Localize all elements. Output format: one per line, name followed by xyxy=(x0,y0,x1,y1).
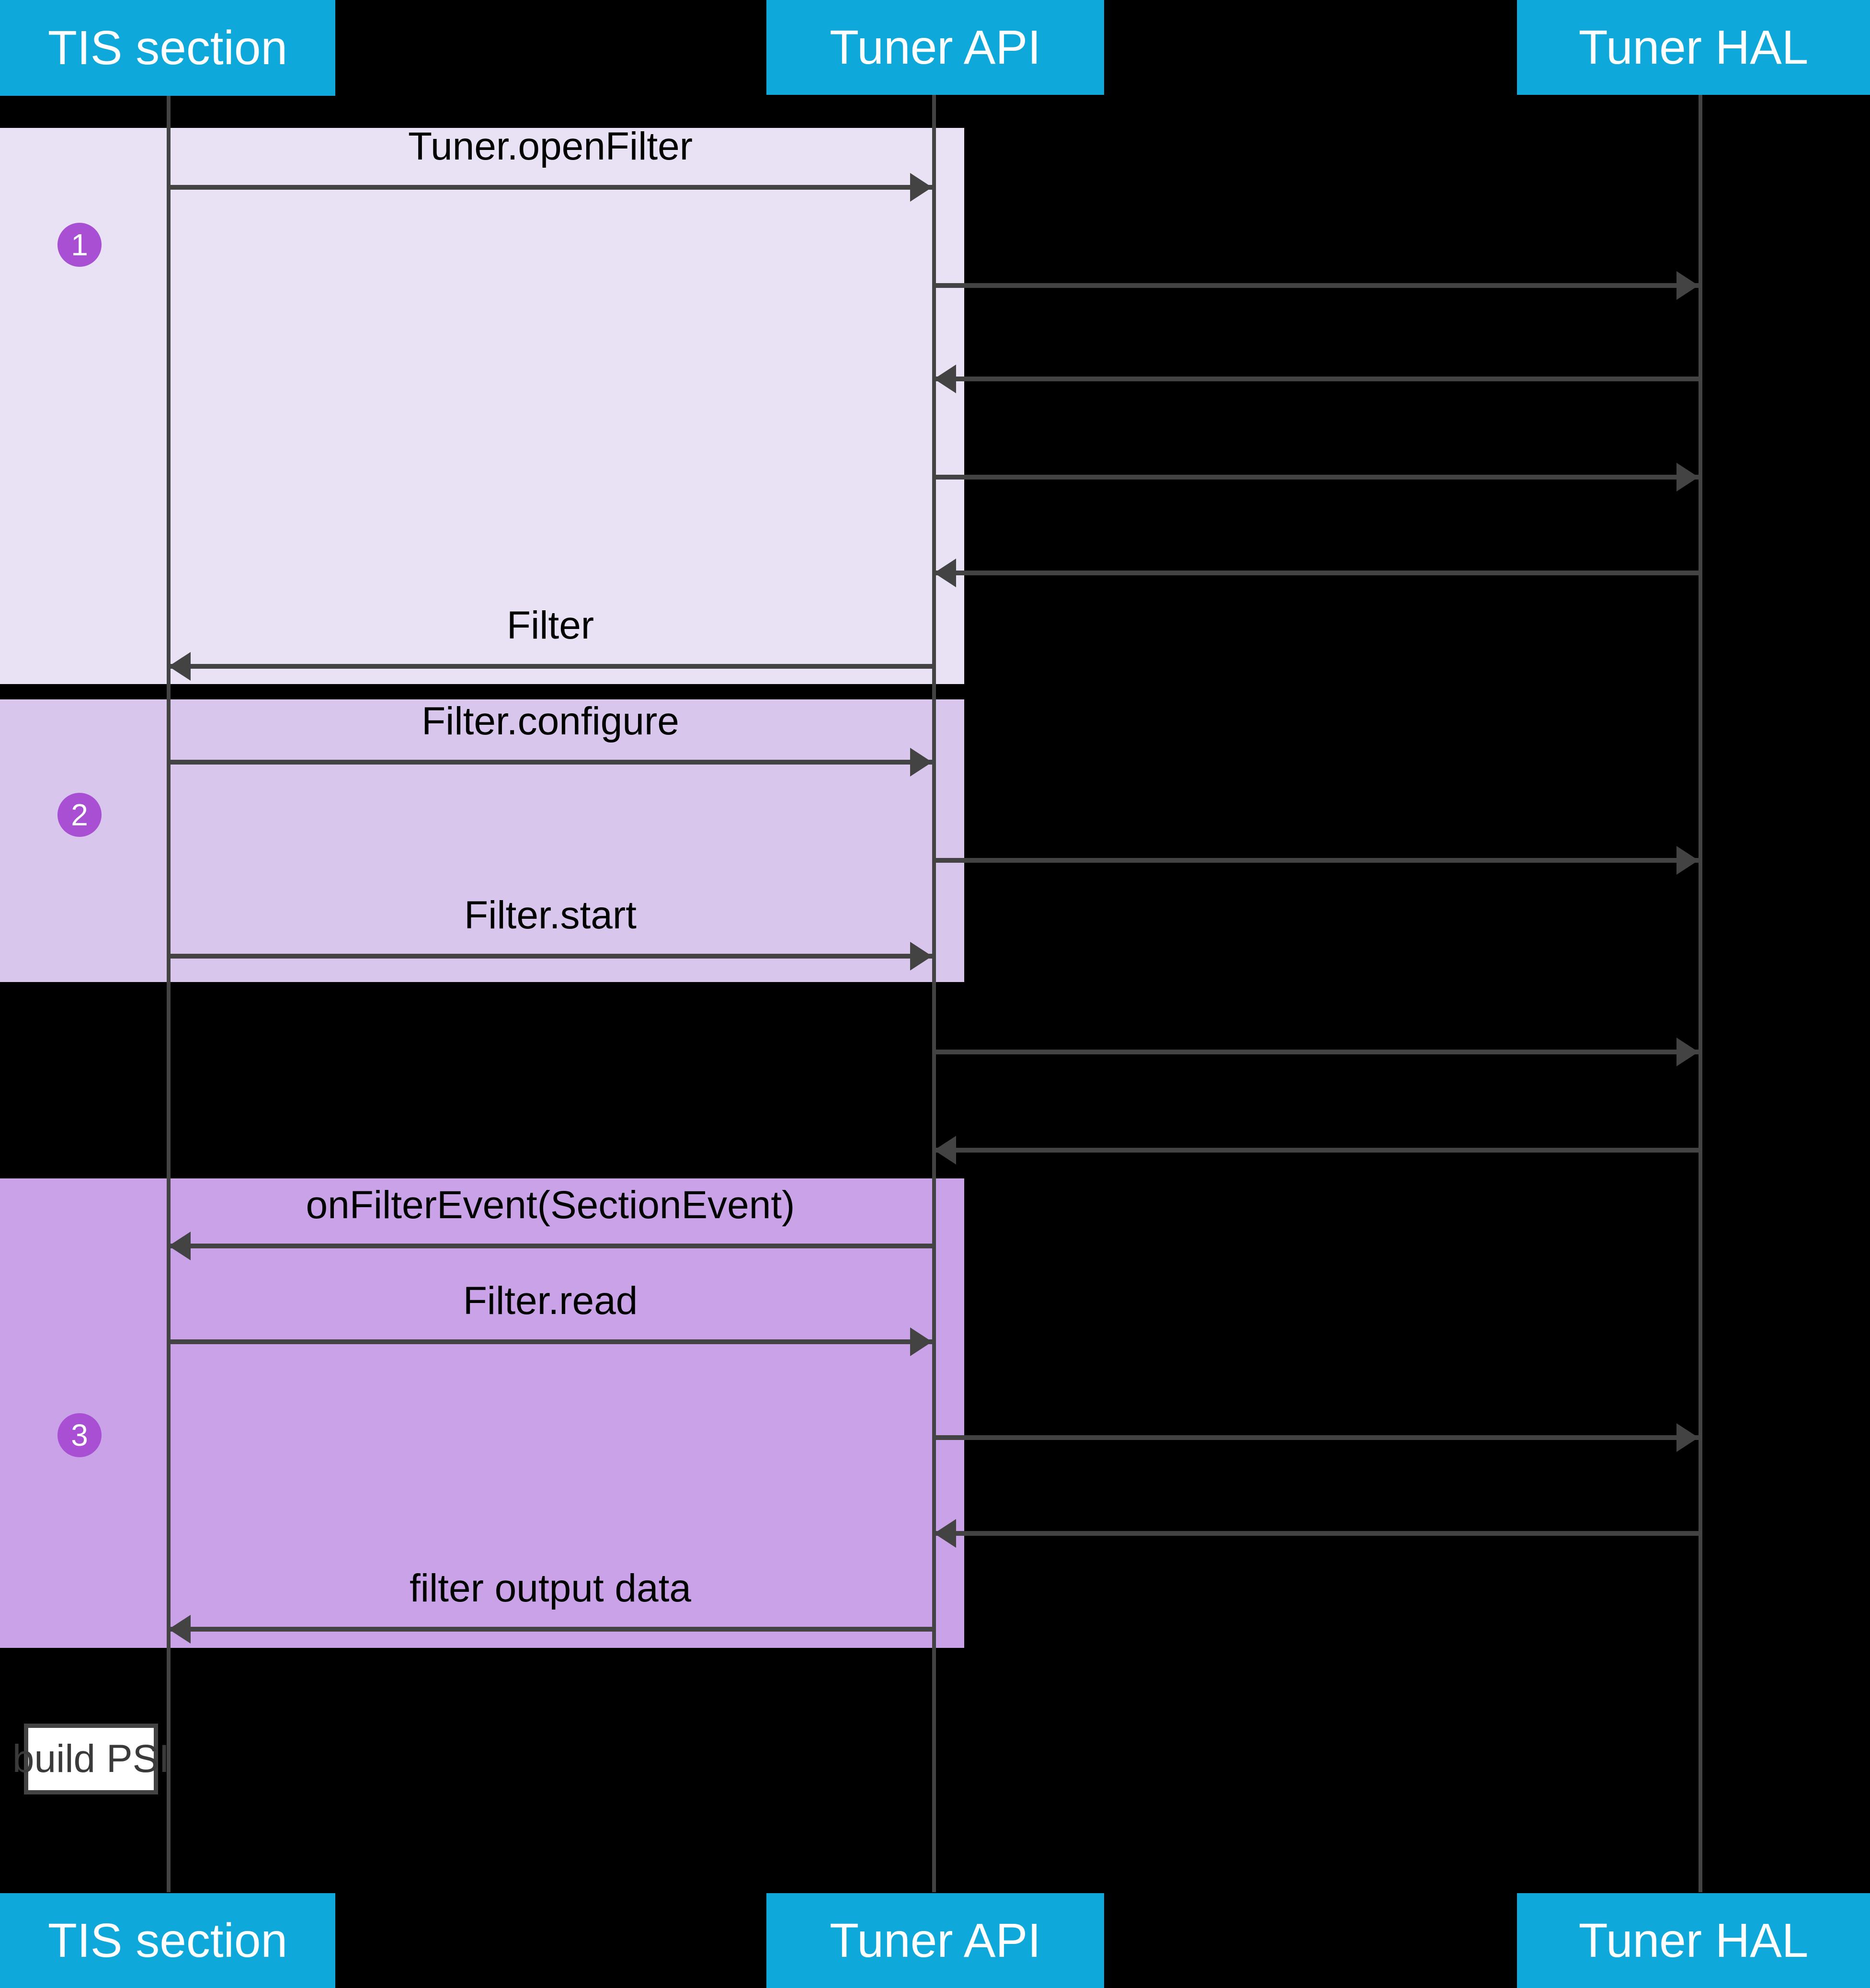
message-label-text: Filter.read xyxy=(463,1279,638,1323)
lifeline-tuner-hal xyxy=(1699,95,1702,1892)
message-arrowhead-filter-output-data xyxy=(169,1615,191,1644)
message-line-hal-to-api-3 xyxy=(934,1148,1699,1153)
note-build-psi-label: build PSI xyxy=(12,1737,170,1781)
message-label-text: Filter.configure xyxy=(422,699,679,743)
message-line-api-to-hal-5 xyxy=(934,1435,1699,1440)
note-build-psi[interactable]: build PSI xyxy=(12,1724,170,1794)
participant-header-tis-section-label: TIS section xyxy=(47,21,288,75)
participant-header-tis-section[interactable]: TIS section xyxy=(0,0,335,96)
message-line-hal-to-api-2 xyxy=(934,571,1699,575)
message-label-on-filter-event: onFilterEvent(SectionEvent) xyxy=(169,1186,932,1225)
message-line-filter-start xyxy=(169,954,932,959)
message-arrowhead-api-to-hal-2 xyxy=(1676,463,1699,491)
phase-badge-1: 1 xyxy=(57,223,102,267)
participant-header-tuner-hal[interactable]: Tuner HAL xyxy=(1517,0,1870,95)
message-line-on-filter-event xyxy=(169,1244,932,1248)
phase-badge-3-number: 3 xyxy=(71,1418,88,1452)
message-label-tuner-open-filter: Tuner.openFilter xyxy=(169,127,932,166)
message-line-hal-to-api-1 xyxy=(934,377,1699,381)
message-label-text: Filter.start xyxy=(464,893,637,937)
message-label-filter-output-data: filter output data xyxy=(169,1569,932,1608)
participant-footer-tuner-hal[interactable]: Tuner HAL xyxy=(1517,1893,1870,1988)
message-label-filter-start: Filter.start xyxy=(169,896,932,935)
participant-footer-tuner-api-label: Tuner API xyxy=(830,1913,1041,1967)
message-line-hal-to-api-4 xyxy=(934,1531,1699,1536)
message-arrowhead-api-to-hal-4 xyxy=(1676,1038,1699,1066)
participant-footer-tis-section[interactable]: TIS section xyxy=(0,1893,335,1988)
phase-badge-2-number: 2 xyxy=(71,798,88,832)
message-arrowhead-hal-to-api-3 xyxy=(934,1136,956,1165)
message-line-tuner-open-filter xyxy=(169,185,932,190)
phase-badge-3: 3 xyxy=(57,1413,102,1457)
participant-header-tuner-api-label: Tuner API xyxy=(830,20,1041,74)
message-arrowhead-filter xyxy=(169,652,191,681)
message-arrowhead-api-to-hal-3 xyxy=(1676,846,1699,875)
message-arrowhead-hal-to-api-4 xyxy=(934,1519,956,1548)
message-line-api-to-hal-1 xyxy=(934,283,1699,288)
message-line-filter xyxy=(169,664,932,669)
message-label-filter: Filter xyxy=(169,606,932,645)
message-line-filter-output-data xyxy=(169,1627,932,1632)
message-arrowhead-hal-to-api-2 xyxy=(934,559,956,587)
message-label-filter-read: Filter.read xyxy=(169,1281,932,1321)
phase-badge-1-number: 1 xyxy=(71,228,88,262)
message-arrowhead-filter-configure xyxy=(910,748,932,777)
message-line-api-to-hal-4 xyxy=(934,1050,1699,1054)
phase-band-1 xyxy=(0,128,964,684)
message-arrowhead-filter-start xyxy=(910,942,932,971)
message-line-filter-read xyxy=(169,1339,932,1344)
message-arrowhead-hal-to-api-1 xyxy=(934,365,956,393)
message-line-filter-configure xyxy=(169,760,932,765)
message-arrowhead-api-to-hal-1 xyxy=(1676,271,1699,300)
message-arrowhead-on-filter-event xyxy=(169,1232,191,1260)
phase-badge-2: 2 xyxy=(57,793,102,837)
message-label-text: onFilterEvent(SectionEvent) xyxy=(306,1183,795,1227)
message-label-filter-configure: Filter.configure xyxy=(169,702,932,741)
participant-header-tuner-hal-label: Tuner HAL xyxy=(1578,20,1809,74)
participant-header-tuner-api[interactable]: Tuner API xyxy=(766,0,1104,95)
message-line-api-to-hal-3 xyxy=(934,858,1699,863)
message-label-text: filter output data xyxy=(409,1566,692,1610)
message-arrowhead-api-to-hal-5 xyxy=(1676,1423,1699,1452)
message-arrowhead-tuner-open-filter xyxy=(910,173,932,202)
message-arrowhead-filter-read xyxy=(910,1327,932,1356)
participant-footer-tuner-hal-label: Tuner HAL xyxy=(1578,1913,1809,1967)
message-label-text: Filter xyxy=(506,604,594,647)
participant-footer-tis-section-label: TIS section xyxy=(47,1913,288,1967)
message-line-api-to-hal-2 xyxy=(934,475,1699,480)
sequence-diagram-canvas: TIS section Tuner API Tuner HAL 1 2 3 Tu… xyxy=(0,0,1870,1988)
participant-footer-tuner-api[interactable]: Tuner API xyxy=(766,1893,1104,1988)
message-label-text: Tuner.openFilter xyxy=(408,125,693,168)
